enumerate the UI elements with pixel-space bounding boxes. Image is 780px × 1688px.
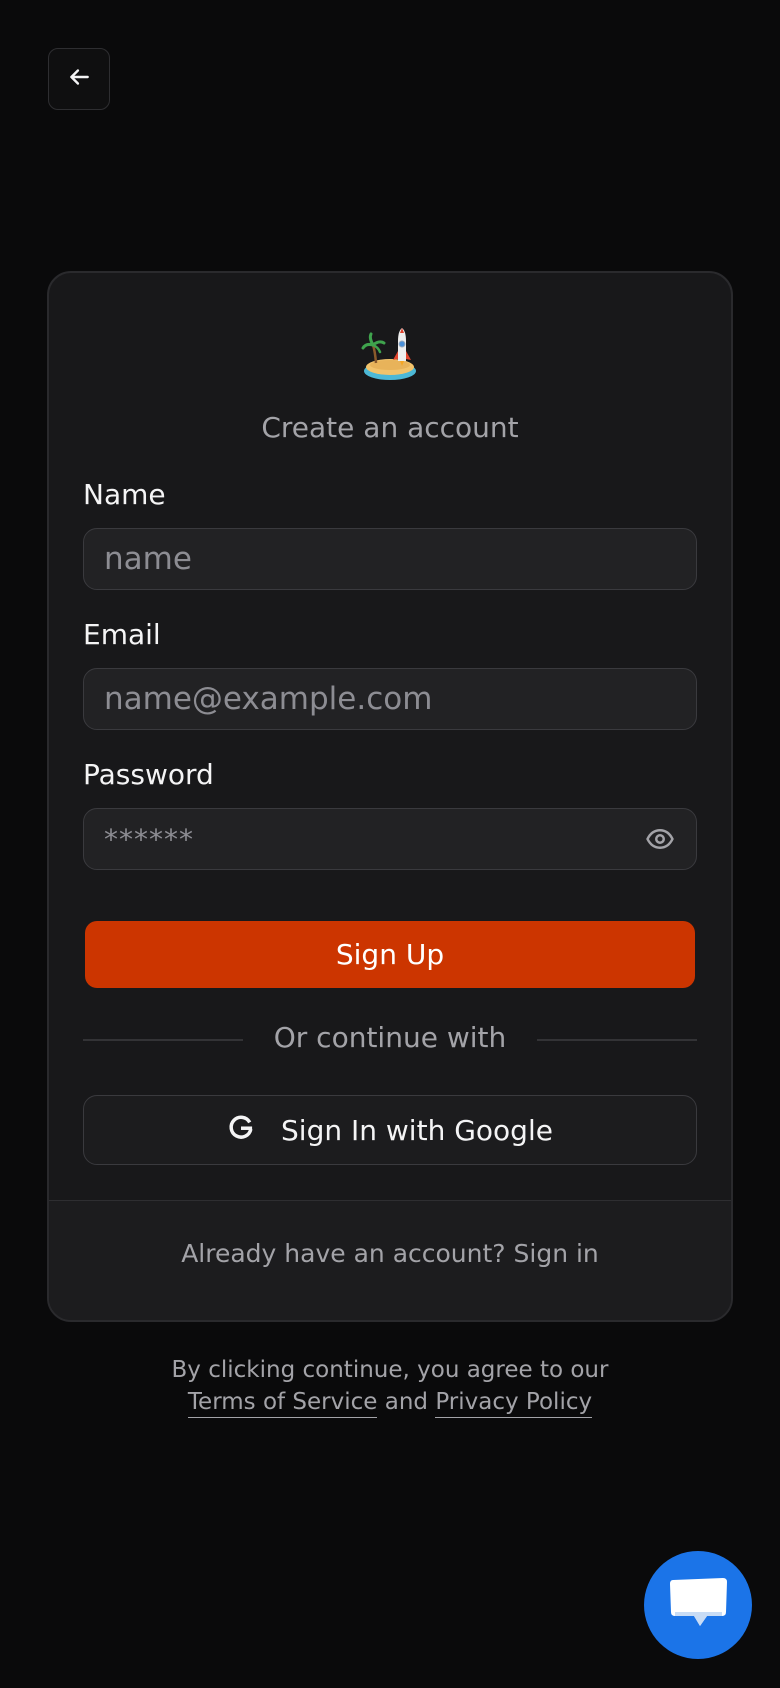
privacy-policy-link[interactable]: Privacy Policy (435, 1389, 593, 1418)
terms-text: By clicking continue, you agree to our (171, 1357, 609, 1383)
password-field (83, 808, 697, 870)
email-label: Email (83, 618, 161, 651)
google-icon (227, 1114, 255, 1146)
divider-line-right (537, 1039, 697, 1041)
sign-in-prompt-text: Already have an account? (181, 1239, 514, 1268)
continue-divider: Or continue with (83, 1021, 697, 1055)
signup-page: Create an account Name Email Password (0, 0, 780, 1688)
google-button-label: Sign In with Google (281, 1113, 553, 1147)
signup-card: Create an account Name Email Password (47, 271, 733, 1322)
email-input[interactable] (104, 669, 676, 729)
signup-form: Create an account Name Email Password (49, 273, 731, 1200)
terms-links: Terms of Service and Privacy Policy (0, 1386, 780, 1418)
name-input[interactable] (104, 529, 676, 589)
password-label: Password (83, 758, 214, 791)
card-title: Create an account (261, 411, 519, 444)
eye-icon[interactable] (644, 823, 676, 855)
card-footer: Already have an account? Sign in (49, 1200, 731, 1320)
chat-button[interactable] (644, 1551, 752, 1659)
arrow-left-icon (66, 64, 92, 94)
email-field (83, 668, 697, 730)
divider-text: Or continue with (273, 1021, 507, 1054)
sign-in-link[interactable]: Sign in (514, 1239, 599, 1268)
terms-notice: By clicking continue, you agree to our T… (0, 1354, 780, 1418)
island-rocket-logo (360, 327, 420, 383)
terms-of-service-link[interactable]: Terms of Service (187, 1389, 378, 1418)
terms-and-text: and (377, 1389, 436, 1415)
sign-up-button[interactable]: Sign Up (85, 921, 695, 988)
chat-bubble-icon (667, 1576, 729, 1634)
back-button[interactable] (48, 48, 110, 110)
password-input[interactable] (104, 809, 644, 869)
name-label: Name (83, 478, 166, 511)
name-field (83, 528, 697, 590)
google-sign-in-button[interactable]: Sign In with Google (83, 1095, 697, 1165)
sign-in-prompt: Already have an account? Sign in (49, 1239, 731, 1268)
